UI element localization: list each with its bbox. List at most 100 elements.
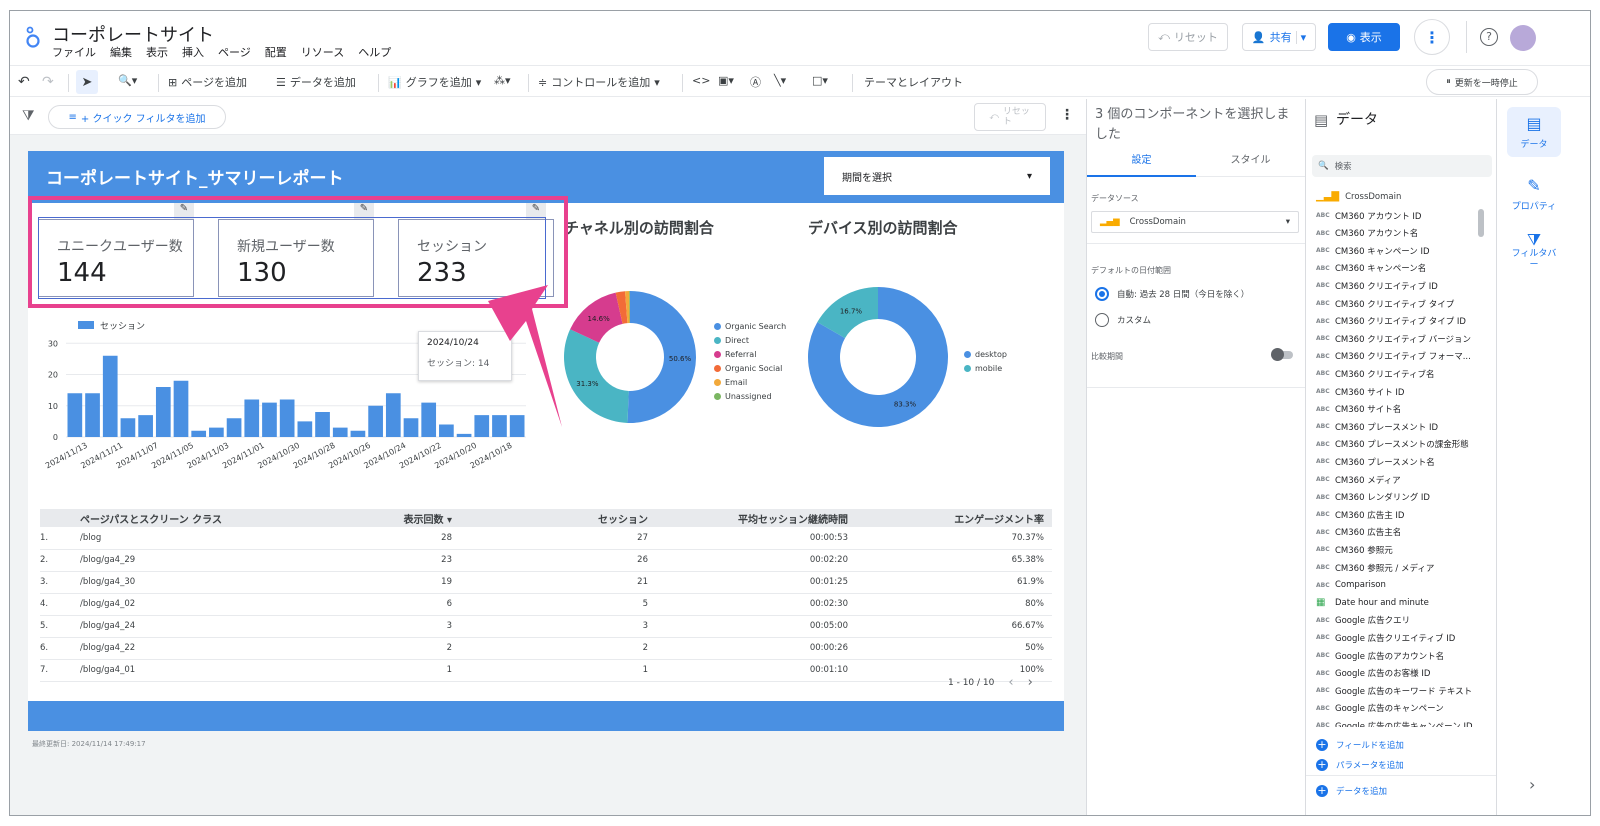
- field-item[interactable]: ABC CM360 サイト ID: [1316, 383, 1404, 400]
- menu-edit[interactable]: 編集: [110, 44, 132, 60]
- table-row[interactable]: 1./blog 28 27 00:00:53 70.37%: [40, 527, 1052, 550]
- field-item[interactable]: ABC CM360 アカウント名: [1316, 225, 1418, 242]
- compare-toggle[interactable]: [1271, 348, 1293, 361]
- rail-filterbar-button[interactable]: ⧩ フィルタバー: [1507, 227, 1561, 277]
- shape-icon[interactable]: □▾: [812, 74, 828, 87]
- menu-file[interactable]: ファイル: [52, 44, 96, 60]
- bar[interactable]: [67, 393, 83, 437]
- data-source-item[interactable]: ▁▃▇ CrossDomain: [1316, 191, 1401, 202]
- bar[interactable]: [155, 387, 171, 437]
- undo-icon[interactable]: ↶: [18, 74, 30, 90]
- field-item[interactable]: ABC CM360 クリエイティブ タイプ ID: [1316, 313, 1466, 330]
- bar[interactable]: [456, 433, 472, 437]
- field-item[interactable]: ABC Google 広告の広告キャンペーン ID: [1316, 717, 1473, 727]
- redo-icon[interactable]: ↷: [42, 74, 54, 90]
- table-row[interactable]: 3./blog/ga4_30 19 21 00:01:25 61.9%: [40, 571, 1052, 594]
- bar[interactable]: [226, 418, 242, 437]
- column-header[interactable]: 平均セッション継続時間: [656, 509, 856, 527]
- field-search-input[interactable]: 🔍 検索: [1312, 155, 1492, 177]
- table-row[interactable]: 7./blog/ga4_01 1 1 00:01:10 100%: [40, 659, 1052, 682]
- bar[interactable]: [262, 402, 277, 437]
- field-item[interactable]: ABC Google 広告のお客様 ID: [1316, 665, 1430, 682]
- field-item[interactable]: ABC CM360 レンダリング ID: [1316, 489, 1430, 506]
- bar[interactable]: [332, 427, 348, 437]
- field-item[interactable]: ABC CM360 サイト名: [1316, 401, 1401, 418]
- bar[interactable]: [138, 415, 153, 437]
- menu-insert[interactable]: 挿入: [182, 44, 204, 60]
- rail-properties-button[interactable]: ✎ プロパティ: [1507, 169, 1561, 219]
- channel-pie-chart[interactable]: 50.6% 31.3% 14.6%: [564, 291, 704, 431]
- bar[interactable]: [368, 405, 383, 437]
- field-item[interactable]: ABC CM360 プレースメント名: [1316, 453, 1435, 470]
- bar[interactable]: [350, 430, 366, 437]
- field-item[interactable]: ▦ Date hour and minute: [1316, 594, 1429, 611]
- field-item[interactable]: ABC CM360 参照元 / メディア: [1316, 559, 1434, 576]
- add-page-button[interactable]: ⊞ ページを追加: [168, 74, 247, 90]
- field-item[interactable]: ABC Comparison: [1316, 577, 1386, 594]
- field-item[interactable]: ABC CM360 クリエイティブ タイプ: [1316, 295, 1454, 312]
- bar[interactable]: [421, 402, 437, 437]
- bar[interactable]: [191, 430, 207, 437]
- field-list-scrollbar[interactable]: [1478, 209, 1484, 237]
- datasource-select[interactable]: ▂▄▆ CrossDomain ▾: [1091, 211, 1299, 233]
- field-item[interactable]: ABC CM360 クリエイティブ ID: [1316, 277, 1438, 294]
- bar[interactable]: [297, 421, 313, 437]
- field-item[interactable]: ABC CM360 プレースメントの課金形態: [1316, 436, 1469, 453]
- field-item[interactable]: ABC Google 広告のキーワード テキスト: [1316, 682, 1472, 699]
- bar[interactable]: [439, 424, 454, 438]
- more-options-icon[interactable]: ⋮: [1414, 19, 1450, 55]
- embed-url-icon[interactable]: <>: [692, 74, 710, 87]
- help-icon[interactable]: ?: [1480, 28, 1498, 46]
- theme-layout-button[interactable]: テーマとレイアウト: [864, 74, 963, 90]
- add-field-button[interactable]: + フィールドを追加: [1316, 739, 1404, 751]
- prev-page-icon[interactable]: ‹: [1008, 675, 1013, 690]
- add-chart-button[interactable]: 📊 グラフを追加 ▾: [388, 74, 481, 90]
- filterbar-more-icon[interactable]: ⋮: [1060, 107, 1074, 123]
- line-icon[interactable]: ╲▾: [774, 74, 786, 87]
- radio-custom[interactable]: カスタム: [1095, 313, 1151, 327]
- field-item[interactable]: ABC CM360 キャンペーン名: [1316, 260, 1426, 277]
- field-item[interactable]: ABC CM360 プレースメント ID: [1316, 418, 1438, 435]
- field-item[interactable]: ABC Google 広告のアカウント名: [1316, 647, 1444, 664]
- bar[interactable]: [102, 355, 118, 437]
- zoom-icon[interactable]: 🔍▾: [118, 74, 137, 87]
- pie-slice[interactable]: [564, 329, 629, 423]
- field-item[interactable]: ABC CM360 キャンペーン ID: [1316, 242, 1430, 259]
- bar[interactable]: [403, 418, 419, 437]
- text-icon[interactable]: Ⓐ: [750, 74, 761, 90]
- community-viz-icon[interactable]: ⁂▾: [494, 74, 511, 87]
- quick-filter-button[interactable]: ≡ + クイック フィルタを追加: [48, 105, 226, 129]
- table-row[interactable]: 4./blog/ga4_02 6 5 00:02:30 80%: [40, 593, 1052, 616]
- field-item[interactable]: ABC CM360 アカウント ID: [1316, 207, 1421, 224]
- field-item[interactable]: ABC CM360 クリエイティブ名: [1316, 365, 1435, 382]
- table-row[interactable]: 2./blog/ga4_29 23 26 00:02:20 65.38%: [40, 549, 1052, 572]
- bar[interactable]: [385, 393, 401, 437]
- view-button[interactable]: ◉ 表示: [1328, 23, 1400, 51]
- select-cursor-icon[interactable]: ➤: [76, 70, 98, 94]
- field-item[interactable]: ABC CM360 広告主 ID: [1316, 506, 1404, 523]
- filter-icon[interactable]: ⧩: [22, 108, 35, 124]
- add-data-source-button[interactable]: + データを追加: [1316, 785, 1387, 797]
- collapse-panel-icon[interactable]: ›: [1529, 775, 1535, 794]
- image-icon[interactable]: ▣▾: [718, 74, 734, 87]
- reset-button[interactable]: ⤺ リセット: [1148, 23, 1228, 51]
- field-item[interactable]: ABC CM360 クリエイティブ バージョン: [1316, 330, 1471, 347]
- column-header[interactable]: エンゲージメント率: [856, 509, 1052, 527]
- menu-resource[interactable]: リソース: [301, 44, 344, 60]
- next-page-icon[interactable]: ›: [1028, 675, 1033, 690]
- rail-data-button[interactable]: ▤ データ: [1507, 107, 1561, 157]
- column-header[interactable]: ページパスとスクリーン クラス: [80, 509, 340, 527]
- avatar[interactable]: [1510, 25, 1536, 51]
- tab-setup[interactable]: 設定: [1087, 149, 1196, 177]
- bar[interactable]: [120, 418, 136, 437]
- add-parameter-button[interactable]: + パラメータを追加: [1316, 759, 1404, 771]
- add-data-button[interactable]: ☰ データを追加: [276, 74, 356, 90]
- field-item[interactable]: ABC CM360 メディア: [1316, 471, 1401, 488]
- menu-help[interactable]: ヘルプ: [358, 44, 391, 60]
- share-button[interactable]: 👤 共有 ▾: [1242, 23, 1316, 51]
- filter-reset-button[interactable]: ⤺ リセット: [974, 103, 1046, 131]
- field-item[interactable]: ABC Google 広告クエリ: [1316, 612, 1410, 629]
- add-control-button[interactable]: ≑ コントロールを追加 ▾: [538, 74, 660, 90]
- share-dropdown-icon[interactable]: ▾: [1295, 30, 1306, 44]
- date-range-picker[interactable]: 期間を選択 ▾: [824, 157, 1050, 195]
